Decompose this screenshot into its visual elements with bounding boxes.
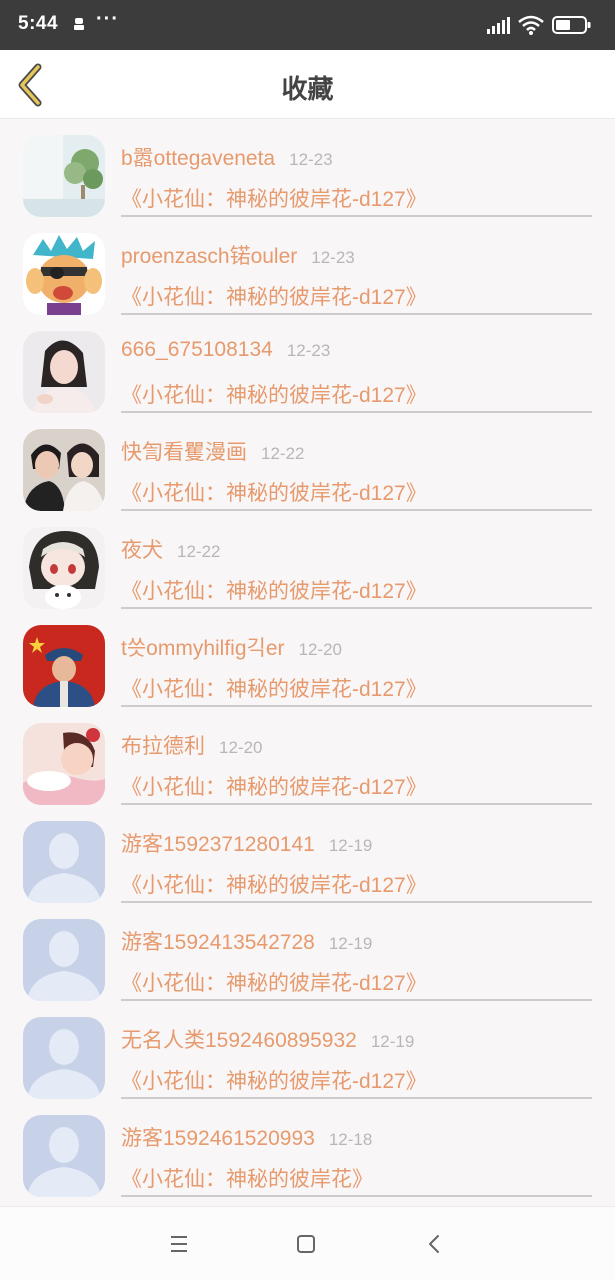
item-date: 12-19 <box>370 1032 415 1051</box>
comic-title-link[interactable]: 《小花仙：神秘的彼岸花-d127》 <box>121 281 427 311</box>
comic-title-link[interactable]: 《小花仙：神秘的彼岸花-d127》 <box>121 967 427 997</box>
list-item[interactable]: 666_675108134 12-23 《小花仙：神秘的彼岸花-d127》 <box>0 316 615 414</box>
item-date: 12-20 <box>298 640 342 659</box>
user-avatar[interactable] <box>23 135 105 217</box>
notification-icon <box>74 18 84 30</box>
user-avatar[interactable] <box>23 429 105 511</box>
user-avatar[interactable] <box>23 527 105 609</box>
divider <box>121 705 592 707</box>
system-nav-bar <box>0 1206 615 1280</box>
user-name[interactable]: 无名人类1592460895932 <box>121 1029 357 1052</box>
favorites-list[interactable]: b嚣ottegaveneta 12-23 《小花仙：神秘的彼岸花-d127》 pr… <box>0 120 615 1206</box>
header-bar: 收藏 <box>0 50 615 119</box>
user-avatar[interactable] <box>23 723 105 805</box>
item-date: 12-22 <box>177 542 221 561</box>
comic-title-link[interactable]: 《小花仙：神秘的彼岸花-d127》 <box>121 477 427 507</box>
default-avatar-icon[interactable] <box>23 1017 105 1099</box>
default-avatar-icon[interactable] <box>23 1115 105 1197</box>
list-item[interactable]: 布拉德利 12-20 《小花仙：神秘的彼岸花-d127》 <box>0 708 615 806</box>
default-avatar-icon[interactable] <box>23 919 105 1001</box>
comic-title-link[interactable]: 《小花仙：神秘的彼岸花-d127》 <box>121 379 427 409</box>
user-name[interactable]: 游客1592461520993 <box>121 1127 315 1150</box>
status-more-dots: ··· <box>96 8 119 30</box>
user-name[interactable]: 游客1592413542728 <box>121 931 315 954</box>
user-name[interactable]: 布拉德利 <box>121 735 205 758</box>
item-date: 12-19 <box>328 934 373 953</box>
battery-icon <box>552 16 591 34</box>
item-date: 12-22 <box>261 444 305 463</box>
list-item[interactable]: proenzasch锘ouler 12-23 《小花仙：神秘的彼岸花-d127》 <box>0 218 615 316</box>
signal-icon <box>487 17 510 34</box>
comic-title-link[interactable]: 《小花仙：神秘的彼岸花-d127》 <box>121 575 427 605</box>
default-avatar-icon[interactable] <box>23 821 105 903</box>
divider <box>121 411 592 413</box>
user-avatar[interactable] <box>23 233 105 315</box>
comic-title-link[interactable]: 《小花仙：神秘的彼岸花-d127》 <box>121 869 427 899</box>
item-date: 12-18 <box>328 1130 373 1149</box>
divider <box>121 901 592 903</box>
wifi-icon <box>518 15 544 35</box>
item-date: 12-23 <box>289 150 333 169</box>
item-date: 12-23 <box>286 341 331 360</box>
comic-title-link[interactable]: 《小花仙：神秘的彼岸花-d127》 <box>121 1065 427 1095</box>
comic-title-link[interactable]: 《小花仙：神秘的彼岸花》 <box>121 1163 373 1193</box>
list-item[interactable]: t씃ommyhilfig긱er 12-20 《小花仙：神秘的彼岸花-d127》 <box>0 610 615 708</box>
list-item[interactable]: 游客1592461520993 12-18 《小花仙：神秘的彼岸花》 <box>0 1100 615 1198</box>
user-name[interactable]: 快訇看矍漫画 <box>121 441 247 464</box>
divider <box>121 803 592 805</box>
divider <box>121 313 592 315</box>
list-item[interactable]: 游客1592413542728 12-19 《小花仙：神秘的彼岸花-d127》 <box>0 904 615 1002</box>
user-avatar[interactable] <box>23 331 105 413</box>
divider <box>121 1097 592 1099</box>
item-date: 12-20 <box>219 738 263 757</box>
divider <box>121 607 592 609</box>
user-name[interactable]: proenzasch锘ouler <box>121 245 297 268</box>
status-bar: 5:44 ··· <box>0 0 615 50</box>
list-item[interactable]: 无名人类1592460895932 12-19 《小花仙：神秘的彼岸花-d127》 <box>0 1002 615 1100</box>
page-title: 收藏 <box>281 74 334 104</box>
divider <box>121 215 592 217</box>
divider <box>121 1195 592 1197</box>
divider <box>121 509 592 511</box>
item-date: 12-23 <box>311 248 355 267</box>
list-item[interactable]: b嚣ottegaveneta 12-23 《小花仙：神秘的彼岸花-d127》 <box>0 120 615 218</box>
user-name[interactable]: 游客1592371280141 <box>121 833 315 856</box>
comic-title-link[interactable]: 《小花仙：神秘的彼岸花-d127》 <box>121 183 427 213</box>
nav-back-icon[interactable] <box>422 1231 448 1257</box>
user-avatar[interactable] <box>23 625 105 707</box>
user-name[interactable]: 666_675108134 <box>121 338 273 361</box>
item-date: 12-19 <box>328 836 373 855</box>
menu-icon[interactable] <box>166 1231 192 1257</box>
comic-title-link[interactable]: 《小花仙：神秘的彼岸花-d127》 <box>121 673 427 703</box>
list-item[interactable]: 快訇看矍漫画 12-22 《小花仙：神秘的彼岸花-d127》 <box>0 414 615 512</box>
user-name[interactable]: t씃ommyhilfig긱er <box>121 637 285 660</box>
list-item[interactable]: 夜犬 12-22 《小花仙：神秘的彼岸花-d127》 <box>0 512 615 610</box>
comic-title-link[interactable]: 《小花仙：神秘的彼岸花-d127》 <box>121 771 427 801</box>
divider <box>121 999 592 1001</box>
status-time: 5:44 <box>18 13 59 34</box>
user-name[interactable]: 夜犬 <box>121 539 163 562</box>
user-name[interactable]: b嚣ottegaveneta <box>121 147 275 170</box>
home-square-icon[interactable] <box>293 1231 319 1257</box>
list-item[interactable]: 游客1592371280141 12-19 《小花仙：神秘的彼岸花-d127》 <box>0 806 615 904</box>
